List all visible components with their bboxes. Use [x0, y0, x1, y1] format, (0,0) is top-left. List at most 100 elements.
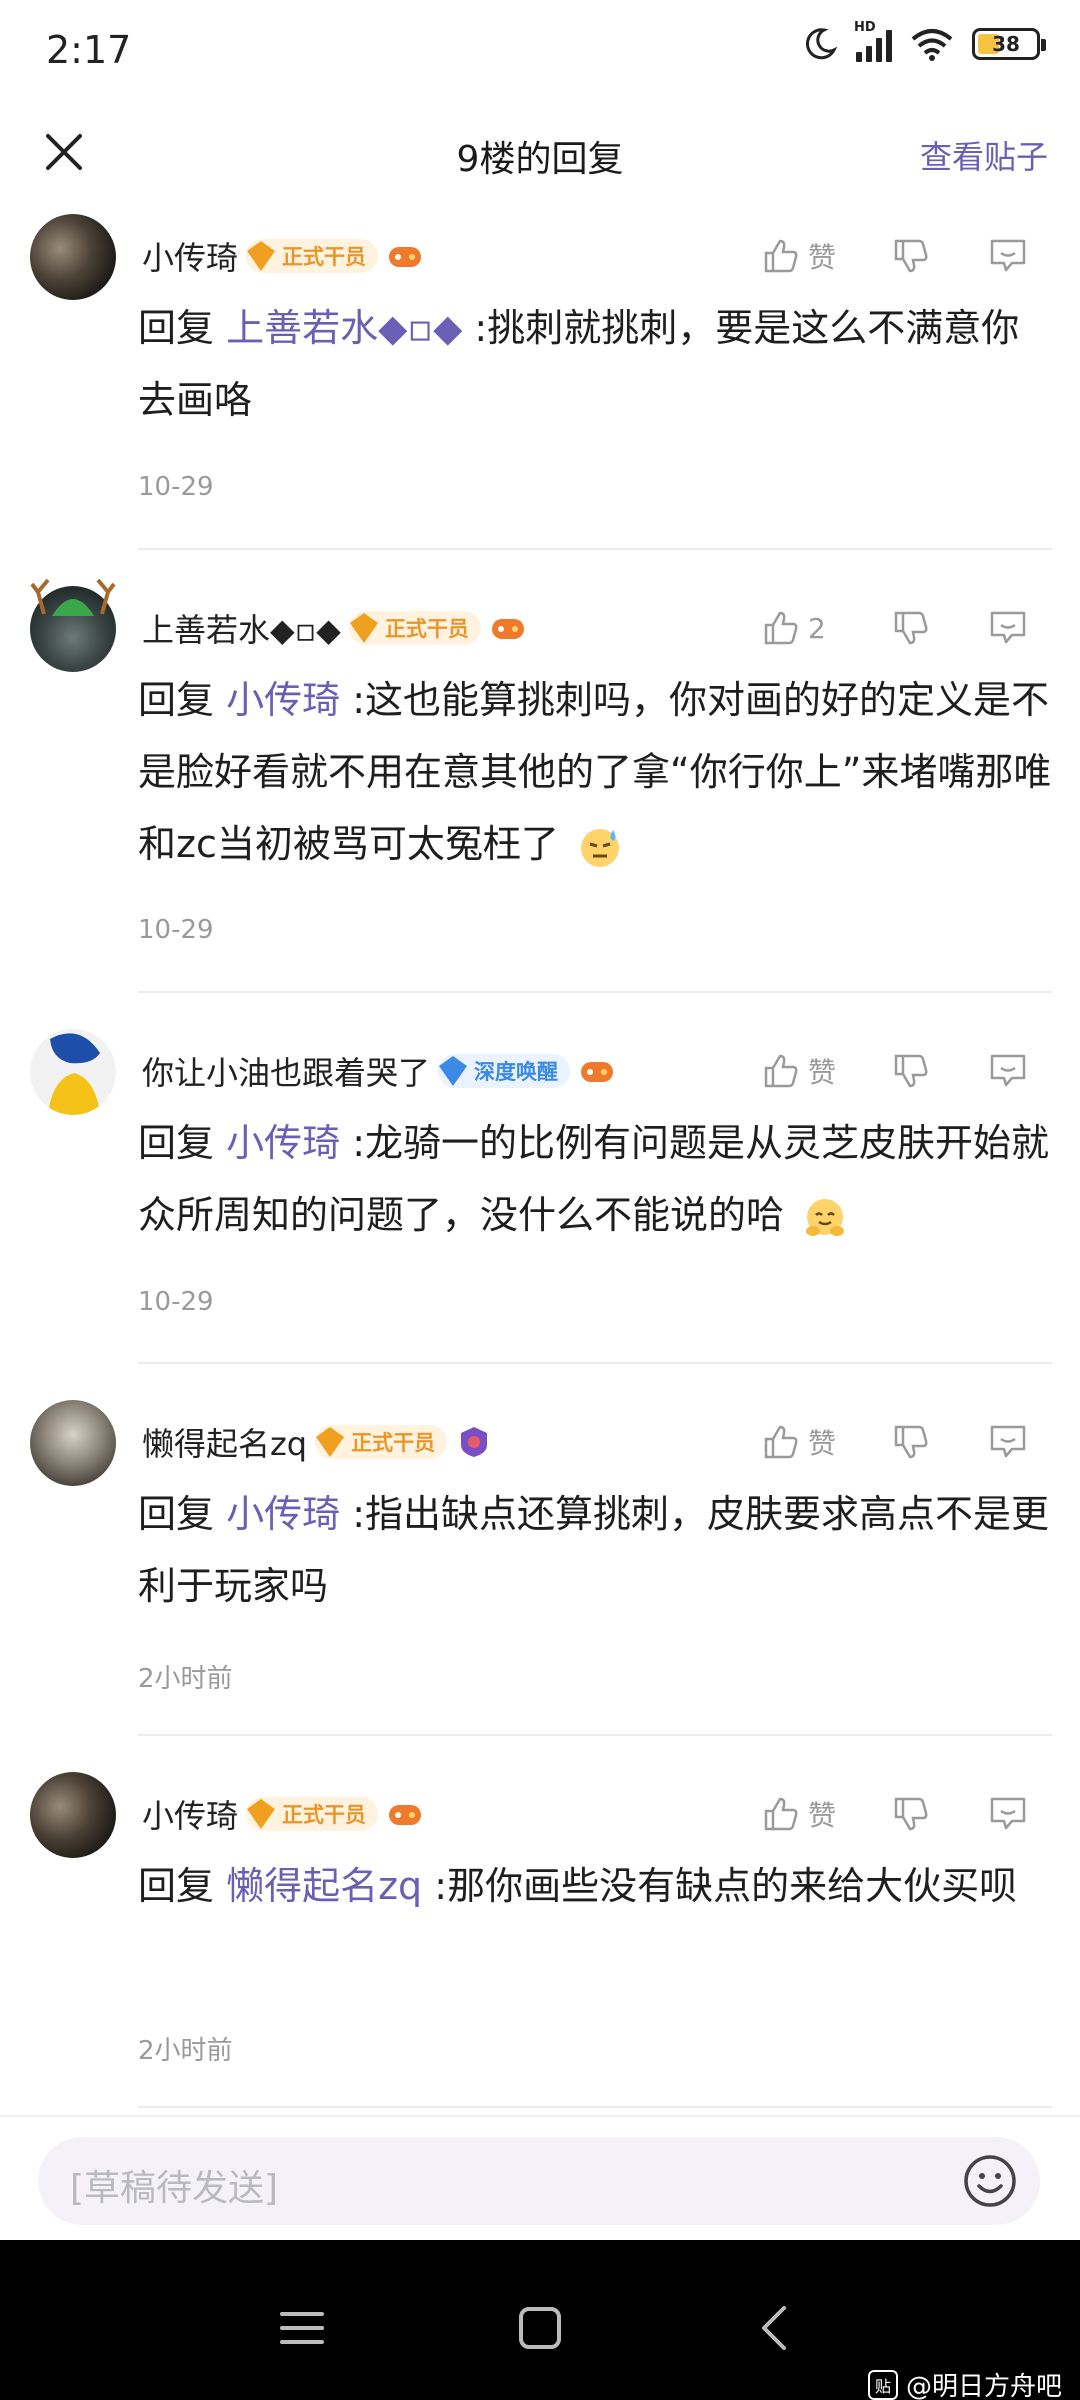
like-button[interactable]: 2: [762, 609, 862, 647]
dislike-button[interactable]: [892, 1052, 948, 1090]
reply-input[interactable]: [草稿待发送]: [38, 2137, 1040, 2225]
gem-icon: [247, 1799, 276, 1829]
home-icon[interactable]: [510, 2298, 570, 2358]
reply-list: 小传琦 正式干员 赞 回复 上善若水◆▫◆:挑刺就挑刺，要是这么不满意你去画咯…: [0, 200, 1080, 2110]
view-post-link[interactable]: 查看贴子: [920, 132, 1048, 178]
thumbs-up-icon: [764, 1054, 798, 1088]
mention-link[interactable]: 上善若水◆▫◆: [226, 306, 462, 350]
reply-item: 懒得起名zq 正式干员 赞 回复 小传琦:指出缺点还算挑刺，皮肤要求高点不是更…: [0, 1386, 1080, 1758]
gamepad-icon: [578, 1052, 616, 1090]
level-title: 正式干员: [282, 245, 367, 269]
level-title: 正式干员: [384, 617, 469, 641]
like-button[interactable]: 赞: [762, 1422, 862, 1462]
thumbs-down-icon: [894, 1054, 928, 1088]
emblem-icon: [455, 1423, 493, 1461]
hug-emoji-icon: [806, 1198, 845, 1236]
comment-button[interactable]: [988, 237, 1044, 275]
menu-icon[interactable]: [272, 2298, 332, 2358]
user-row: 你让小油也跟着哭了 深度唤醒: [142, 1041, 616, 1101]
comment-button[interactable]: [988, 1795, 1044, 1833]
user-row: 小传琦 正式干员: [142, 1784, 424, 1844]
comment-icon: [990, 1054, 1026, 1087]
dislike-button[interactable]: [892, 1795, 948, 1833]
mention-link[interactable]: 懒得起名zq: [226, 1864, 422, 1908]
system-nav-bar: 贴 @明日方舟吧: [0, 2240, 1080, 2400]
level-gem-icon: [436, 1054, 470, 1088]
thumbs-up-icon: [764, 1425, 798, 1459]
reply-time: 10-29: [138, 1287, 214, 1317]
dislike-button[interactable]: [892, 1423, 948, 1461]
wifi-icon: [911, 29, 953, 61]
divider: [138, 1362, 1052, 1364]
reply-content: :那你画些没有缺点的来给大伙买呗: [434, 1864, 1018, 1908]
status-icons: HD 38: [802, 20, 1046, 62]
gamepad-icon: [386, 237, 424, 275]
comment-button[interactable]: [988, 1052, 1044, 1090]
mention-link[interactable]: 小传琦: [226, 1492, 340, 1536]
reply-actions: 赞: [762, 1784, 1044, 1844]
avatar-image: [48, 1033, 100, 1115]
avatar[interactable]: [30, 214, 116, 300]
reply-input-bar: [草稿待发送]: [0, 2115, 1080, 2240]
level-gem-icon: [347, 611, 381, 645]
header: 9楼的回复 查看贴子: [0, 110, 1080, 200]
like-button[interactable]: 赞: [762, 1051, 862, 1091]
mention-link[interactable]: 小传琦: [226, 1121, 340, 1165]
user-name[interactable]: 小传琦: [142, 1791, 238, 1837]
battery-icon: 38: [972, 28, 1046, 60]
gem-icon: [349, 613, 378, 643]
level-badge: 正式干员: [244, 239, 379, 273]
watermark: 贴 @明日方舟吧: [867, 2366, 1062, 2400]
dislike-button[interactable]: [892, 237, 948, 275]
reply-item: 小传琦 正式干员 赞 回复 上善若水◆▫◆:挑刺就挑刺，要是这么不满意你去画咯…: [0, 200, 1080, 572]
like-button[interactable]: 赞: [762, 1794, 862, 1834]
gem-icon: [247, 241, 276, 271]
user-name[interactable]: 你让小油也跟着哭了: [142, 1048, 430, 1094]
antler-hat-icon: [30, 578, 116, 616]
comment-button[interactable]: [988, 609, 1044, 647]
level-badge: 正式干员: [244, 1797, 379, 1831]
level-badge: 深度唤醒: [436, 1054, 571, 1088]
like-button[interactable]: 赞: [762, 236, 862, 276]
divider: [138, 548, 1052, 550]
avatar[interactable]: [30, 1400, 116, 1486]
reply-prefix: 回复: [138, 678, 215, 722]
divider: [138, 1734, 1052, 1736]
avatar[interactable]: [30, 1029, 116, 1115]
thumbs-up-icon: [764, 1797, 798, 1831]
thumbs-up-icon: [764, 611, 798, 645]
level-gem-icon: [244, 239, 278, 273]
level-gem-icon: [313, 1425, 347, 1459]
signal-icon: HD: [854, 20, 892, 62]
reply-time: 2小时前: [138, 1664, 233, 1694]
moon-icon: [805, 28, 838, 60]
mention-link[interactable]: 小传琦: [226, 678, 340, 722]
user-name[interactable]: 懒得起名zq: [142, 1419, 307, 1465]
like-count: 2: [808, 611, 826, 645]
dislike-button[interactable]: [892, 609, 948, 647]
emoji-icon[interactable]: [960, 2151, 1020, 2211]
network-type: HD: [854, 20, 876, 35]
back-icon[interactable]: [746, 2298, 806, 2358]
avatar[interactable]: [30, 1772, 116, 1858]
comment-icon: [990, 1425, 1026, 1458]
reply-actions: 赞: [762, 226, 1044, 286]
input-placeholder: [草稿待发送]: [70, 2168, 279, 2209]
user-row: 懒得起名zq 正式干员: [142, 1412, 493, 1472]
reply-time: 10-29: [138, 915, 214, 945]
like-count: 赞: [808, 241, 837, 274]
user-name[interactable]: 上善若水◆▫◆: [142, 605, 341, 651]
watermark-text: @明日方舟吧: [905, 2372, 1062, 2400]
level-title: 深度唤醒: [474, 1060, 559, 1084]
gem-icon: [439, 1056, 468, 1086]
comment-button[interactable]: [988, 1423, 1044, 1461]
reply-actions: 赞: [762, 1412, 1044, 1472]
user-name[interactable]: 小传琦: [142, 233, 238, 279]
level-gem-icon: [244, 1797, 278, 1831]
reply-time: 10-29: [138, 472, 214, 502]
thumbs-down-icon: [894, 1797, 928, 1831]
reply-item: 上善若水◆▫◆ 正式干员 2 回复 小传琦:这也能算挑刺吗，你对画的好的定义是…: [0, 572, 1080, 1015]
reply-prefix: 回复: [138, 1864, 215, 1908]
like-count: 赞: [808, 1799, 837, 1832]
thumbs-down-icon: [894, 239, 928, 273]
